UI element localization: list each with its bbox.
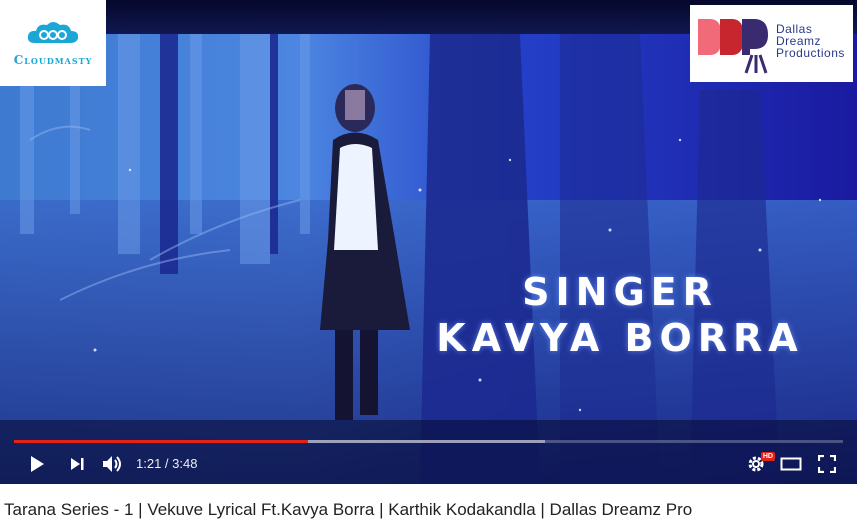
cloud-logo-icon: [27, 22, 79, 43]
dallas-dreamz-logo-text: Dallas Dreamz Productions: [776, 23, 845, 59]
logo-line-3: Productions: [776, 46, 845, 60]
ddp-logo-icon: [698, 19, 768, 74]
fullscreen-button[interactable]: [812, 444, 842, 484]
play-icon: [31, 456, 44, 472]
fullscreen-icon: [818, 455, 836, 473]
cloudmasty-logo-text: Cloudmasty: [13, 53, 93, 67]
play-button[interactable]: [22, 444, 52, 484]
dallas-dreamz-logo: Dallas Dreamz Productions: [690, 5, 853, 82]
video-title[interactable]: Tarana Series - 1 | Vekuve Lyrical Ft.Ka…: [4, 500, 854, 520]
progress-bar[interactable]: [14, 440, 843, 443]
overlay-line-singer: SINGER: [522, 270, 718, 314]
next-icon: [71, 458, 84, 470]
settings-button[interactable]: HD: [741, 444, 775, 484]
player-controls: 1:21 / 3:48 HD: [0, 444, 857, 484]
cloudmasty-logo: Cloudmasty: [0, 0, 106, 86]
theater-mode-button[interactable]: [776, 444, 806, 484]
progress-played: [14, 440, 309, 443]
theater-mode-icon: [780, 457, 802, 471]
video-overlay-caption: SINGER KAVYA BORRA: [425, 270, 815, 360]
time-display: 1:21 / 3:48: [136, 456, 198, 471]
video-player[interactable]: Cloudmasty Dallas Dreamz Productions SIN…: [0, 0, 857, 484]
overlay-line-name: KAVYA BORRA: [436, 316, 804, 360]
next-button[interactable]: [62, 444, 92, 484]
volume-button[interactable]: [98, 444, 128, 484]
volume-icon: [103, 456, 121, 472]
hd-badge: HD: [760, 452, 775, 461]
